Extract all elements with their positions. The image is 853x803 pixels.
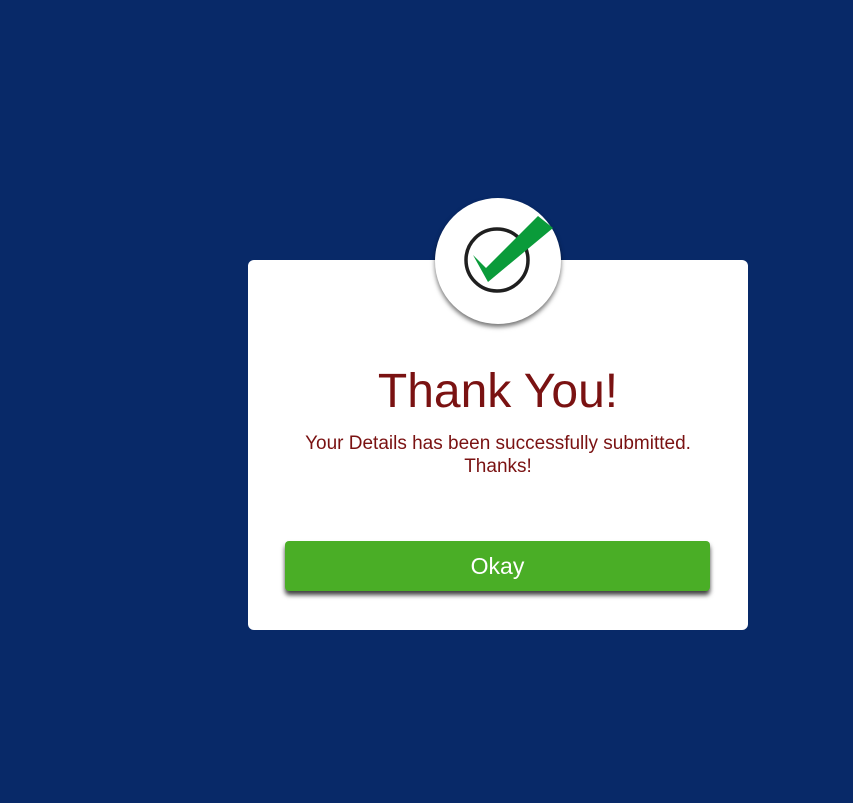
- success-badge: [435, 198, 561, 324]
- check-circle-icon: [464, 216, 553, 293]
- okay-button[interactable]: Okay: [285, 541, 710, 591]
- dialog-title: Thank You!: [377, 365, 619, 418]
- message-line-2: Thanks!: [464, 456, 532, 477]
- message-line-1: Your Details has been successfully submi…: [305, 433, 691, 454]
- dialog-message: Your Details has been successfully submi…: [268, 432, 728, 478]
